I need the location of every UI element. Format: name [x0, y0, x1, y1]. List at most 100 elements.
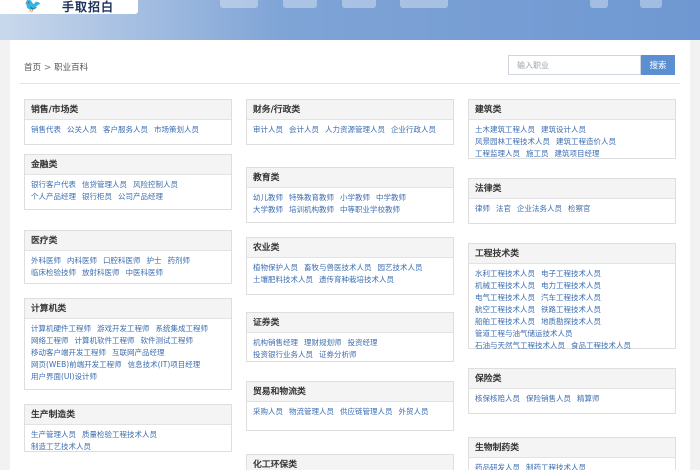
occupation-link[interactable]: 投资经理 — [348, 337, 378, 349]
occupation-link[interactable]: 园艺技术人员 — [378, 262, 423, 274]
occupation-link[interactable]: 系统集成工程师 — [156, 323, 209, 335]
site-logo[interactable]: 🐦 手取招白 — [0, 0, 138, 14]
occupation-link[interactable]: 供应链管理人员 — [340, 406, 393, 418]
occupation-link[interactable]: 律师 — [475, 203, 490, 215]
category-title[interactable]: 销售/市场类 — [25, 100, 231, 120]
occupation-link[interactable]: 建筑项目经理 — [555, 148, 600, 160]
occupation-link[interactable]: 建筑工程造价人员 — [556, 136, 616, 148]
occupation-link[interactable]: 网页(WEB)前端开发工程师 — [31, 359, 122, 371]
occupation-link[interactable]: 核保核赔人员 — [475, 393, 520, 405]
occupation-link[interactable]: 公关人员 — [67, 124, 97, 136]
occupation-link[interactable]: 植物保护人员 — [253, 262, 298, 274]
nav-item[interactable] — [400, 0, 448, 8]
category-title[interactable]: 生产制造类 — [25, 405, 231, 425]
occupation-link[interactable]: 移动客户端开发工程师 — [31, 347, 106, 359]
occupation-link[interactable]: 采购人员 — [253, 406, 283, 418]
occupation-link[interactable]: 用户界面(UI)设计师 — [31, 371, 97, 383]
occupation-link[interactable]: 遗传育种栽培技术人员 — [319, 274, 394, 286]
occupation-link[interactable]: 电力工程技术人员 — [541, 280, 601, 292]
nav-item[interactable] — [590, 0, 608, 8]
occupation-link[interactable]: 销售代表 — [31, 124, 61, 136]
occupation-link[interactable]: 地质勘探技术人员 — [541, 316, 601, 328]
occupation-link[interactable]: 内科医师 — [67, 255, 97, 267]
occupation-link[interactable]: 审计人员 — [253, 124, 283, 136]
category-title[interactable]: 贸易和物流类 — [247, 382, 453, 402]
nav-item[interactable] — [220, 0, 258, 8]
category-title[interactable]: 生物制药类 — [469, 438, 675, 458]
category-title[interactable]: 教育类 — [247, 168, 453, 188]
category-title[interactable]: 计算机类 — [25, 299, 231, 319]
occupation-link[interactable]: 船舶工程技术人员 — [475, 316, 535, 328]
category-title[interactable]: 法律类 — [469, 179, 675, 199]
occupation-link[interactable]: 临床检验技师 — [31, 267, 76, 279]
occupation-link[interactable]: 土壤肥料技术人员 — [253, 274, 313, 286]
category-title[interactable]: 工程技术类 — [469, 244, 675, 264]
occupation-link[interactable]: 培训机构教师 — [289, 204, 334, 216]
occupation-link[interactable]: 个人产品经理 — [31, 191, 76, 203]
occupation-link[interactable]: 中医科医师 — [126, 267, 164, 279]
breadcrumb-home[interactable]: 首页 — [24, 63, 41, 73]
occupation-link[interactable]: 铁路工程技术人员 — [541, 304, 601, 316]
occupation-link[interactable]: 畜牧与兽医技术人员 — [304, 262, 372, 274]
occupation-link[interactable]: 制药工程技术人员 — [526, 462, 586, 470]
occupation-link[interactable]: 信息技术(IT)项目经理 — [128, 359, 201, 371]
category-title[interactable]: 农业类 — [247, 238, 453, 258]
occupation-link[interactable]: 航空工程技术人员 — [475, 304, 535, 316]
occupation-link[interactable]: 银行柜员 — [82, 191, 112, 203]
occupation-link[interactable]: 风险控制人员 — [133, 179, 178, 191]
occupation-link[interactable]: 口腔科医师 — [103, 255, 141, 267]
occupation-link[interactable]: 放射科医师 — [82, 267, 120, 279]
occupation-link[interactable]: 会计人员 — [289, 124, 319, 136]
occupation-link[interactable]: 风景园林工程技术人员 — [475, 136, 550, 148]
occupation-link[interactable]: 银行客户代表 — [31, 179, 76, 191]
occupation-link[interactable]: 质量检验工程技术人员 — [82, 429, 157, 441]
occupation-link[interactable]: 大学教师 — [253, 204, 283, 216]
occupation-link[interactable]: 外科医师 — [31, 255, 61, 267]
occupation-link[interactable]: 施工员 — [526, 148, 549, 160]
occupation-link[interactable]: 企业法务人员 — [517, 203, 562, 215]
occupation-link[interactable]: 工程监理人员 — [475, 148, 520, 160]
occupation-link[interactable]: 水利工程技术人员 — [475, 268, 535, 280]
category-title[interactable]: 医疗类 — [25, 231, 231, 251]
occupation-link[interactable]: 药品研发人员 — [475, 462, 520, 470]
occupation-link[interactable]: 客户服务人员 — [103, 124, 148, 136]
occupation-link[interactable]: 理财规划师 — [304, 337, 342, 349]
occupation-link[interactable]: 游戏开发工程师 — [97, 323, 150, 335]
occupation-link[interactable]: 制造工艺技术人员 — [31, 441, 91, 453]
category-title[interactable]: 建筑类 — [469, 100, 675, 120]
occupation-link[interactable]: 中学教师 — [376, 192, 406, 204]
occupation-link[interactable]: 电子工程技术人员 — [541, 268, 601, 280]
category-title[interactable]: 财务/行政类 — [247, 100, 453, 120]
occupation-link[interactable]: 幼儿教师 — [253, 192, 283, 204]
occupation-link[interactable]: 网络工程师 — [31, 335, 69, 347]
occupation-link[interactable]: 机构销售经理 — [253, 337, 298, 349]
nav-item[interactable] — [640, 0, 662, 8]
occupation-link[interactable]: 土木建筑工程人员 — [475, 124, 535, 136]
occupation-link[interactable]: 石油与天然气工程技术人员 — [475, 340, 565, 352]
occupation-link[interactable]: 精算师 — [577, 393, 600, 405]
occupation-link[interactable]: 计算机硬件工程师 — [31, 323, 91, 335]
occupation-link[interactable]: 建筑设计人员 — [541, 124, 586, 136]
occupation-link[interactable]: 护士 — [147, 255, 162, 267]
occupation-link[interactable]: 企业行政人员 — [391, 124, 436, 136]
occupation-link[interactable]: 食品工程技术人员 — [571, 340, 631, 352]
occupation-link[interactable]: 小学教师 — [340, 192, 370, 204]
search-input[interactable] — [508, 55, 641, 75]
occupation-link[interactable]: 信贷管理人员 — [82, 179, 127, 191]
occupation-link[interactable]: 汽车工程技术人员 — [541, 292, 601, 304]
occupation-link[interactable]: 检察官 — [568, 203, 591, 215]
category-title[interactable]: 金融类 — [25, 155, 231, 175]
occupation-link[interactable]: 管道工程与油气储运技术人员 — [475, 328, 573, 340]
occupation-link[interactable]: 人力资源管理人员 — [325, 124, 385, 136]
occupation-link[interactable]: 特殊教育教师 — [289, 192, 334, 204]
occupation-link[interactable]: 中等职业学校教师 — [340, 204, 400, 216]
occupation-link[interactable]: 计算机软件工程师 — [75, 335, 135, 347]
occupation-link[interactable]: 公司产品经理 — [118, 191, 163, 203]
occupation-link[interactable]: 物流管理人员 — [289, 406, 334, 418]
category-title[interactable]: 保险类 — [469, 369, 675, 389]
occupation-link[interactable]: 药剂师 — [168, 255, 191, 267]
category-title[interactable]: 化工环保类 — [247, 455, 453, 470]
occupation-link[interactable]: 证券分析师 — [319, 349, 357, 361]
category-title[interactable]: 证券类 — [247, 313, 453, 333]
occupation-link[interactable]: 电气工程技术人员 — [475, 292, 535, 304]
